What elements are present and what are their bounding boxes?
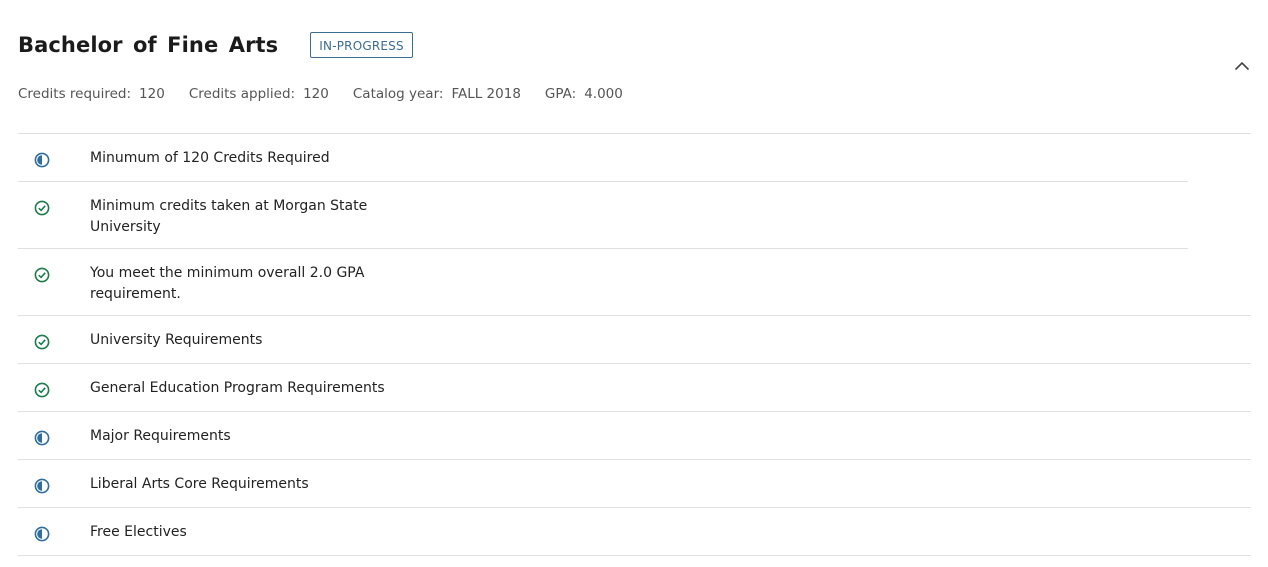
credits-applied-value: 120 <box>303 86 329 102</box>
gpa-value: 4.000 <box>584 86 623 102</box>
requirement-label: Free Electives <box>90 524 187 540</box>
requirement-row[interactable]: Major Requirements <box>18 412 1251 460</box>
collapse-button[interactable] <box>1230 54 1254 78</box>
chevron-up-icon <box>1234 61 1250 71</box>
credits-required-label: Credits required: <box>18 86 132 102</box>
requirement-label: Major Requirements <box>90 428 231 444</box>
credits-applied-label: Credits applied: <box>188 86 296 102</box>
requirement-row[interactable]: Free Electives <box>18 508 1251 556</box>
credits-required-value: 120 <box>139 86 165 102</box>
catalog-year: Catalog year: FALL 2018 <box>353 85 521 103</box>
catalog-year-value: FALL 2018 <box>451 86 521 102</box>
credits-applied: Credits applied: 120 <box>189 85 329 103</box>
requirement-label: General Education Program Requirements <box>90 380 385 396</box>
requirement-row[interactable]: You meet the minimum overall 2.0 GPA req… <box>18 249 1251 316</box>
half-circle-icon <box>34 526 50 542</box>
check-circle-icon <box>34 200 50 216</box>
check-circle-icon <box>34 334 50 350</box>
requirement-label: You meet the minimum overall 2.0 GPA req… <box>90 265 365 302</box>
status-badge: IN-PROGRESS <box>310 32 413 58</box>
requirement-row[interactable]: Minumum of 120 Credits Required <box>18 134 1251 182</box>
half-circle-icon <box>34 152 50 168</box>
degree-title: Bachelor of Fine Arts <box>18 33 279 57</box>
requirement-label: Liberal Arts Core Requirements <box>90 476 309 492</box>
requirements-list: Minumum of 120 Credits Required Minimum … <box>18 133 1251 556</box>
check-circle-icon <box>34 267 50 283</box>
degree-summary: Credits required: 120 Credits applied: 120… <box>18 85 647 103</box>
requirement-label: Minimum credits taken at Morgan State Un… <box>90 198 368 235</box>
requirement-label: Minumum of 120 Credits Required <box>90 150 330 166</box>
gpa: GPA: 4.000 <box>545 85 623 103</box>
degree-header: Bachelor of Fine Arts IN-PROGRESS <box>18 31 413 59</box>
half-circle-icon <box>34 478 50 494</box>
gpa-label: GPA: <box>544 86 577 102</box>
half-circle-icon <box>34 430 50 446</box>
credits-required: Credits required: 120 <box>18 85 165 103</box>
requirement-row[interactable]: University Requirements <box>18 316 1251 364</box>
check-circle-icon <box>34 382 50 398</box>
requirement-row[interactable]: Liberal Arts Core Requirements <box>18 460 1251 508</box>
requirement-row[interactable]: General Education Program Requirements <box>18 364 1251 412</box>
requirement-label: University Requirements <box>90 332 263 348</box>
requirement-row[interactable]: Minimum credits taken at Morgan State Un… <box>18 182 1251 249</box>
catalog-year-label: Catalog year: <box>352 86 444 102</box>
